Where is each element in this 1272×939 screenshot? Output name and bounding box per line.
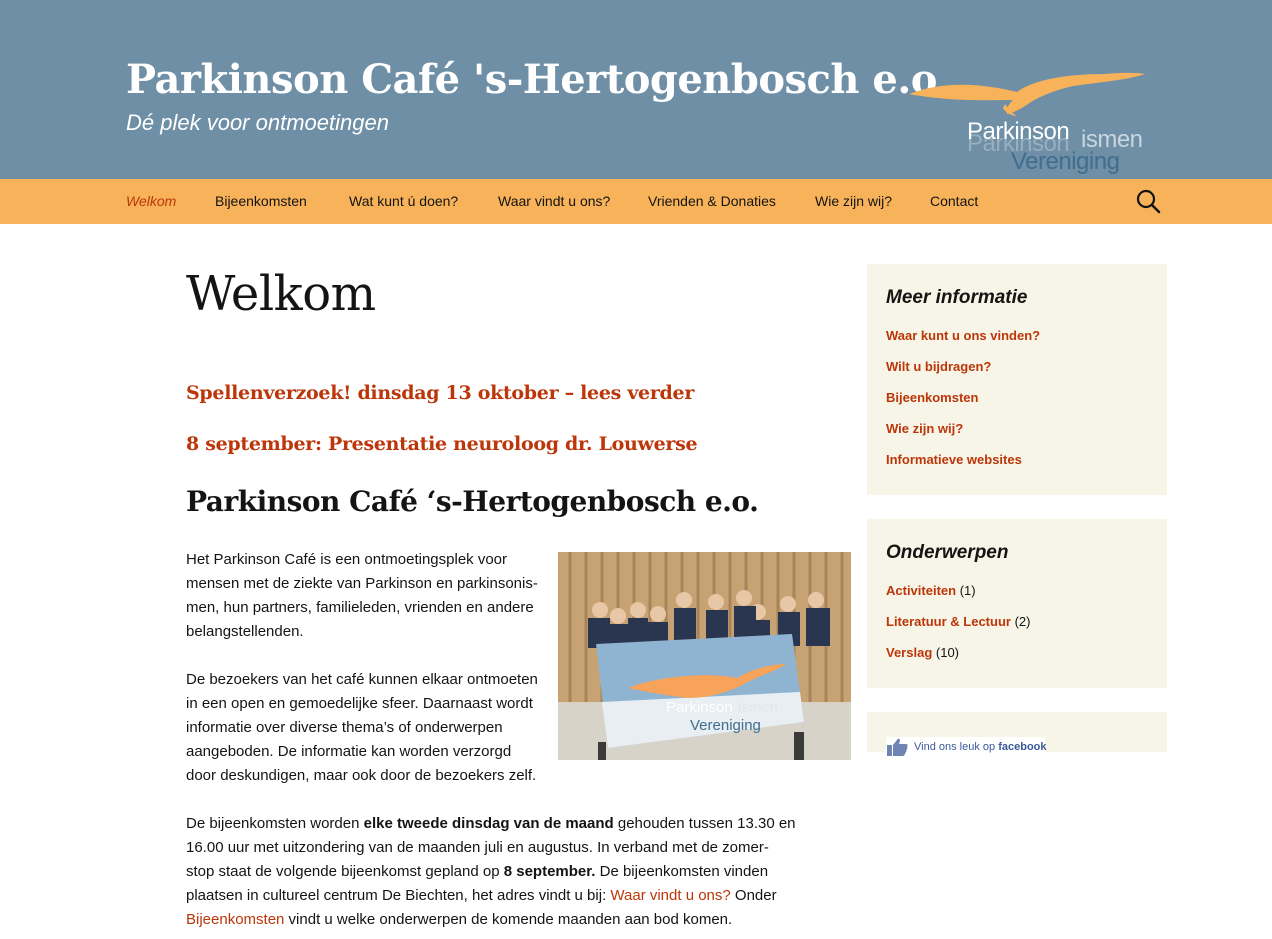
logo-text-parkinson: Parkinson [967, 118, 1070, 145]
logo-text-vereniging: Vereniging [1011, 148, 1120, 175]
text-span: Onder [730, 887, 777, 904]
text-line: belangstellenden. [186, 623, 304, 640]
sidebar-link-bijeenkomsten[interactable]: Bijeenkomsten [886, 390, 978, 405]
nav-item-waar-vindt-u-ons[interactable]: Waar vindt u ons? [498, 193, 610, 209]
text-line: in een open en gemoedelijke sfeer. Daarn… [186, 695, 533, 712]
announcement-link-spellenverzoek[interactable]: Spellenverzoek! dinsdag 13 oktober – lee… [186, 382, 694, 404]
parkinson-vereniging-logo[interactable]: Parkinson Parkinson ismen Vereniging [905, 68, 1160, 176]
text-line: plaatsen in cultureel centrum De Biechte… [186, 884, 816, 908]
text-line: Bijeenkomsten vindt u welke onderwerpen … [186, 908, 816, 932]
site-tagline: Dé plek voor ontmoetingen [126, 110, 389, 135]
nav-item-bijeenkomsten[interactable]: Bijeenkomsten [215, 193, 307, 209]
category-link-activiteiten[interactable]: Activiteiten [886, 583, 956, 598]
inline-link-bijeenkomsten[interactable]: Bijeenkomsten [186, 911, 284, 928]
nav-item-wat-kunt-u-doen[interactable]: Wat kunt ú doen? [349, 193, 458, 209]
category-link-verslag[interactable]: Verslag [886, 645, 932, 660]
text-line: door deskundigen, maar ook door de bezoe… [186, 767, 537, 784]
thumbs-up-icon [887, 738, 908, 756]
sidebar-link-informatieve-websites[interactable]: Informatieve websites [886, 452, 1022, 467]
text-span: plaatsen in cultureel centrum De Biechte… [186, 887, 611, 904]
category-item: Literatuur & Lectuur (2) [886, 614, 1030, 629]
category-count: (10) [935, 645, 960, 660]
inline-link-waar-vindt-u-ons[interactable]: Waar vindt u ons? [610, 887, 730, 904]
text-span: De bijeenkomsten worden [186, 815, 364, 832]
widget-onderwerpen: Onderwerpen Activiteiten (1) Literatuur … [867, 519, 1167, 688]
text-span: Vind ons leuk op [914, 741, 999, 753]
text-line: informatie over diverse thema’s of onder… [186, 719, 503, 736]
announcement-link-presentatie[interactable]: 8 september: Presentatie neuroloog dr. L… [186, 433, 698, 455]
facebook-like-text: Vind ons leuk op facebook [914, 741, 1047, 753]
flag-text-vereniging: Vereniging [690, 717, 761, 734]
text-line: 16.00 uur met uitzondering van de maande… [186, 839, 769, 856]
section-title: Parkinson Café ‘s-Hertogenbosch e.o. [186, 485, 759, 518]
category-item: Verslag (10) [886, 645, 959, 660]
category-count: (1) [959, 583, 976, 598]
nav-item-contact[interactable]: Contact [930, 193, 978, 209]
widget-title: Onderwerpen [886, 542, 1009, 563]
text-line: De bezoekers van het café kunnen elkaar … [186, 671, 538, 688]
group-photo: Parkinson ismen Vereniging [558, 552, 851, 760]
search-icon [1136, 189, 1161, 214]
site-title[interactable]: Parkinson Café 's-Hertogenbosch e.o. [126, 56, 950, 103]
meetings-paragraph: De bijeenkomsten worden elke tweede dins… [186, 812, 816, 932]
nav-item-welkom[interactable]: Welkom [126, 193, 176, 209]
widget-meer-informatie: Meer informatie Waar kunt u ons vinden? … [867, 264, 1167, 495]
text-line: mensen met de ziekte van Parkinson en pa… [186, 575, 538, 592]
sidebar-link-waar-kunt-u-ons-vinden[interactable]: Waar kunt u ons vinden? [886, 328, 1040, 343]
text-line: Het Parkinson Café is een ontmoetingsple… [186, 551, 508, 568]
text-span: gehouden tussen 13.30 en [613, 815, 796, 832]
page-title: Welkom [186, 266, 376, 322]
nav-item-vrienden-donaties[interactable]: Vrienden & Donaties [648, 193, 776, 209]
visitors-paragraph: De bezoekers van het café kunnen elkaar … [186, 668, 546, 788]
facebook-brand: facebook [998, 741, 1047, 753]
widget-title: Meer informatie [886, 287, 1028, 308]
group-photo-illustration: Parkinson ismen Vereniging [558, 552, 851, 760]
category-link-literatuur-lectuur[interactable]: Literatuur & Lectuur [886, 614, 1011, 629]
text-line: aangeboden. De informatie kan worden ver… [186, 743, 512, 760]
text-line: De bijeenkomsten worden elke tweede dins… [186, 812, 816, 836]
widget-facebook: Vind ons leuk op facebook [867, 712, 1167, 757]
flag-text-suffix: ismen [738, 699, 778, 716]
sidebar-link-wilt-u-bijdragen[interactable]: Wilt u bijdragen? [886, 359, 991, 374]
facebook-like-badge[interactable]: Vind ons leuk op facebook [886, 737, 1047, 757]
main-navigation: Welkom Bijeenkomsten Wat kunt ú doen? Wa… [0, 179, 1272, 224]
search-button[interactable] [1134, 187, 1162, 215]
site-header: Parkinson Café 's-Hertogenbosch e.o. Dé … [0, 0, 1272, 179]
text-span: vindt u welke onderwerpen de komende maa… [284, 911, 733, 928]
category-item: Activiteiten (1) [886, 583, 976, 598]
intro-paragraph: Het Parkinson Café is een ontmoetingsple… [186, 548, 546, 644]
text-line: stop staat de volgende bijeenkomst gepla… [186, 860, 816, 884]
category-count: (2) [1014, 614, 1031, 629]
text-span: De bijeenkomsten vinden [595, 863, 769, 880]
nav-item-wie-zijn-wij[interactable]: Wie zijn wij? [815, 193, 892, 209]
flag-text-parkinson: Parkinson [666, 699, 733, 716]
text-line: men, hun partners, familieleden, vriende… [186, 599, 534, 616]
text-span: stop staat de volgende bijeenkomst gepla… [186, 863, 504, 880]
bold-text-date: 8 september. [503, 863, 596, 880]
bold-text-tuesday: elke tweede dinsdag van de maand [363, 815, 614, 832]
sidebar-link-wie-zijn-wij[interactable]: Wie zijn wij? [886, 421, 963, 436]
